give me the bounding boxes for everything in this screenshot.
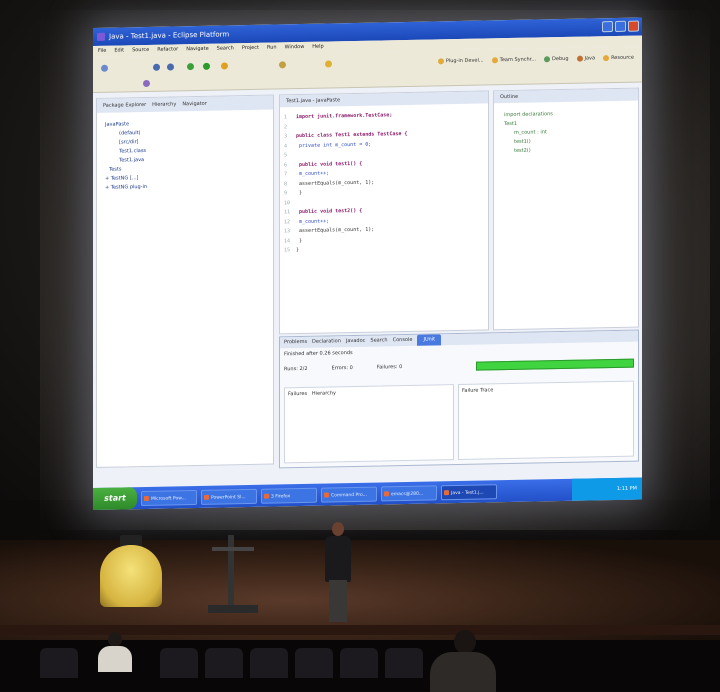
seat [160,648,198,678]
window-title: Java - Test1.java - Eclipse Platform [109,30,230,41]
presenter [322,522,354,626]
bug-icon [544,56,551,63]
menu-run[interactable]: Run [267,42,277,53]
tab-search[interactable]: Search [370,335,387,346]
package-tree: JavaPaste (default) [src/dir] Test1.clas… [97,110,273,193]
clock: 1:11 PM [616,485,637,492]
perspective-resource[interactable]: Resource [603,55,634,62]
menu-source[interactable]: Source [132,45,149,56]
junit-results[interactable]: Failures Hierarchy [284,384,454,464]
debug-icon[interactable] [187,63,194,71]
seat [250,648,288,678]
menu-search[interactable]: Search [217,43,234,54]
tab-problems[interactable]: Problems [284,337,307,348]
menu-window[interactable]: Window [285,42,305,53]
highlight-icon[interactable] [325,60,332,68]
tab-console[interactable]: Console [393,335,413,346]
minimize-button[interactable] [602,21,613,33]
seat [340,648,378,678]
junit-panel: Problems Declaration Javadoc Search Cons… [279,329,639,469]
outline-item[interactable]: test2() [504,145,638,157]
maximize-button[interactable] [615,20,626,32]
failures-label: Failures: [376,364,398,371]
seat [385,648,423,678]
eclipse-icon [97,32,105,41]
perspective-java[interactable]: Java [576,55,595,62]
tree-item[interactable]: + TestNG plug-in [105,181,273,193]
tab-declaration[interactable]: Declaration [312,336,341,348]
outline-tree: import declarations Test1 m_count : int … [494,101,638,157]
perspective-plugin-dev[interactable]: Plug-in Devel... [437,57,484,65]
errors-value: 0 [349,365,353,372]
taskbar-item-active[interactable]: Java - Test1.j... [441,483,497,500]
tab-failures[interactable]: Failures [288,391,307,397]
failures-value: 0 [399,364,403,371]
search-icon[interactable] [279,61,286,69]
seat [40,648,78,678]
runs-label: Runs: [284,366,298,373]
java-icon [576,55,583,62]
java-editor[interactable]: Test1.java - JavaPaste 1 import junit.fra… [279,90,489,335]
podium [208,535,258,615]
draped-table [100,545,162,607]
sync-icon [491,57,498,64]
tab-package-explorer[interactable]: Package Explorer [103,98,146,113]
menu-help[interactable]: Help [312,42,323,53]
perspective-debug[interactable]: Debug [544,56,569,63]
package-explorer-panel: Package Explorer Hierarchy Navigator Jav… [96,94,274,468]
system-tray: 1:11 PM [572,477,642,501]
plugin-icon [437,58,444,65]
runs-value: 2/2 [299,365,308,373]
perspective-team-sync[interactable]: Team Synchr... [491,56,536,64]
errors-label: Errors: [331,365,349,372]
failure-trace-label: Failure Trace [462,387,494,394]
failure-trace: Failure Trace [458,380,634,460]
taskbar-item[interactable]: Microsoft Pow... [141,489,197,506]
tab-navigator[interactable]: Navigator [182,97,206,111]
menu-refactor[interactable]: Refactor [157,44,178,55]
audience-member [98,632,132,672]
audience-member [430,630,496,692]
menu-navigate[interactable]: Navigate [186,44,208,55]
back-icon[interactable] [143,79,150,88]
external-tools-icon[interactable] [221,62,228,70]
seat [295,648,333,678]
perspective-switcher: Plug-in Devel... Team Synchr... Debug Ja… [437,55,634,65]
taskbar-item[interactable]: emacs@280... [381,484,437,501]
start-button[interactable]: start [93,487,137,510]
menu-file[interactable]: File [98,46,106,57]
seat [205,648,243,678]
taskbar-item[interactable]: 3 Firefox [261,487,317,504]
new-icon[interactable] [101,64,108,72]
tab-junit-hierarchy[interactable]: Hierarchy [312,390,336,396]
outline-panel: Outline import declarations Test1 m_coun… [493,87,639,331]
menu-edit[interactable]: Edit [114,45,124,56]
code-area[interactable]: 1 import junit.framework.TestCase; 2 3 pub… [280,103,488,255]
taskbar-item[interactable]: Command Pro... [321,486,377,503]
tab-junit[interactable]: JUnit [417,334,442,346]
save-icon[interactable] [153,63,160,71]
menu-project[interactable]: Project [242,43,259,54]
tab-hierarchy[interactable]: Hierarchy [152,97,176,111]
projected-screen: Java - Test1.java - Eclipse Platform Fil… [93,17,642,511]
folder-icon [603,55,610,62]
run-icon[interactable] [203,62,210,70]
taskbar-item[interactable]: PowerPoint Sl... [201,488,257,505]
close-button[interactable] [628,20,639,32]
tab-javadoc[interactable]: Javadoc [346,336,366,347]
print-icon[interactable] [167,63,174,71]
